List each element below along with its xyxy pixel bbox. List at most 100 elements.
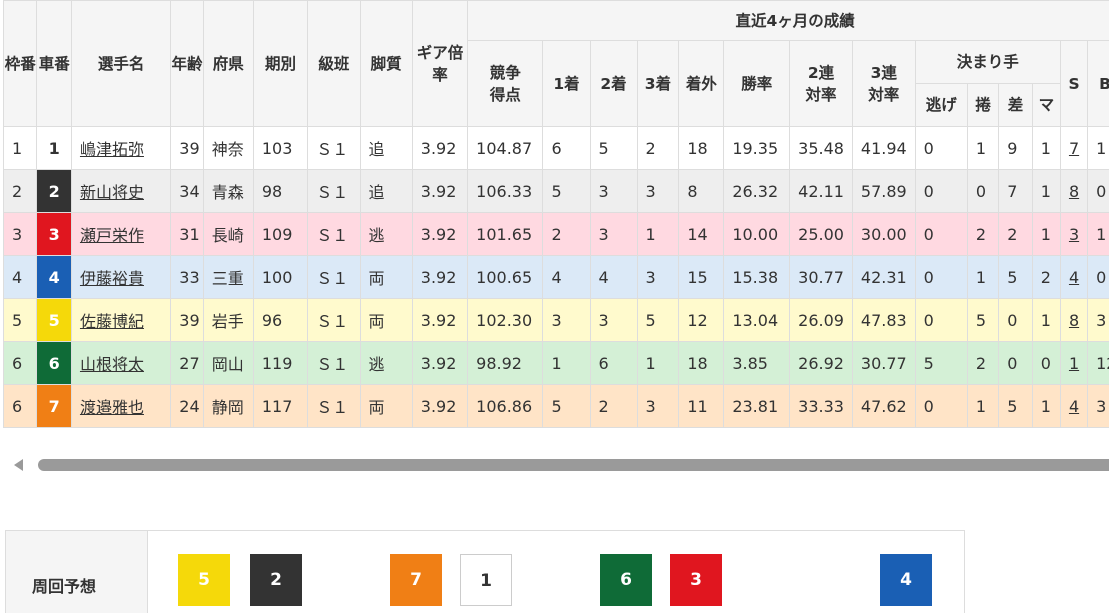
- header-out: 着外: [678, 40, 725, 127]
- cell-b: 0: [1087, 169, 1109, 213]
- cell-makuri: 2: [966, 212, 1000, 256]
- header-gear: ギア倍率: [411, 0, 469, 127]
- table-row: 3 3 瀬戸栄作 31 長崎 109 Ｓ１ 逃 3.92 101.65 2 3 1 14 10.00 25.0…: [2, 212, 1109, 256]
- car-number-badge: 3: [48, 224, 60, 244]
- cell-term: 117: [252, 384, 309, 428]
- header-recent: 直近4ヶ月の成績: [467, 0, 1109, 41]
- cell-car: 5: [36, 298, 72, 342]
- cell-score: 98.92: [467, 341, 544, 385]
- car-number-badge: 4: [48, 267, 60, 287]
- scroll-thumb[interactable]: [38, 459, 1109, 471]
- cell-trio: 42.31: [851, 255, 916, 299]
- cell-s[interactable]: 7: [1059, 126, 1089, 170]
- cell-age: 33: [170, 255, 204, 299]
- cell-nige: 0: [914, 384, 968, 428]
- cell-first: 2: [542, 212, 591, 256]
- cell-s[interactable]: 4: [1059, 384, 1089, 428]
- cell-mark: 1: [1031, 384, 1061, 428]
- cell-third: 2: [636, 126, 680, 170]
- cell-pref: 神奈: [202, 126, 254, 170]
- cell-out: 14: [678, 212, 725, 256]
- cell-name[interactable]: 嶋津拓弥: [70, 126, 172, 170]
- cell-s[interactable]: 8: [1059, 169, 1089, 213]
- entry-table: 枠番 車番 選手名 年齢 府県 期別 級班 脚質 ギア倍率 直近4ヶ月の成績 競…: [2, 0, 1109, 428]
- header-name: 選手名: [70, 0, 172, 127]
- cell-gear: 3.92: [411, 384, 469, 428]
- cell-car: 2: [36, 169, 72, 213]
- cell-mark: 1: [1031, 298, 1061, 342]
- racer-name-link[interactable]: 新山将史: [80, 183, 144, 202]
- racer-name-link[interactable]: 山根将太: [80, 355, 144, 374]
- cell-makuri: 0: [966, 169, 1000, 213]
- s-count-link[interactable]: 4: [1069, 268, 1079, 287]
- cell-first: 5: [542, 169, 591, 213]
- cell-name[interactable]: 瀬戸栄作: [70, 212, 172, 256]
- s-count-link[interactable]: 3: [1069, 225, 1079, 244]
- cell-gear: 3.92: [411, 255, 469, 299]
- forecast-car-7: 7: [390, 554, 442, 606]
- forecast-label: 周回予想: [32, 577, 97, 596]
- cell-pref: 青森: [202, 169, 254, 213]
- cell-name[interactable]: 佐藤博紀: [70, 298, 172, 342]
- racer-name-link[interactable]: 渡邉雅也: [80, 398, 144, 417]
- cell-term: 119: [252, 341, 309, 385]
- cell-waku: 6: [2, 384, 38, 428]
- cell-score: 102.30: [467, 298, 544, 342]
- s-count-link[interactable]: 4: [1069, 397, 1079, 416]
- cell-mark: 0: [1031, 341, 1061, 385]
- s-count-link[interactable]: 8: [1069, 182, 1079, 201]
- cell-style: 両: [359, 298, 413, 342]
- header-first: 1着: [542, 40, 591, 127]
- cell-win-rate: 26.32: [723, 169, 791, 213]
- cell-class: Ｓ１: [307, 384, 361, 428]
- cell-second: 5: [589, 126, 638, 170]
- cell-quinella: 42.11: [789, 169, 853, 213]
- cell-out: 15: [678, 255, 725, 299]
- cell-b: 3: [1087, 298, 1109, 342]
- cell-name[interactable]: 渡邉雅也: [70, 384, 172, 428]
- cell-style: 逃: [359, 212, 413, 256]
- table-row: 5 5 佐藤博紀 39 岩手 96 Ｓ１ 両 3.92 102.30 3 3 5 12 13.04 26.09…: [2, 298, 1109, 342]
- s-count-link[interactable]: 7: [1069, 139, 1079, 158]
- header-kimarite: 決まり手: [914, 40, 1061, 84]
- cell-s[interactable]: 8: [1059, 298, 1089, 342]
- cell-name[interactable]: 山根将太: [70, 341, 172, 385]
- s-count-link[interactable]: 8: [1069, 311, 1079, 330]
- cell-s[interactable]: 3: [1059, 212, 1089, 256]
- header-second: 2着: [589, 40, 638, 127]
- racer-name-link[interactable]: 伊藤裕貴: [80, 269, 144, 288]
- cell-trio: 30.77: [851, 341, 916, 385]
- cell-nige: 0: [914, 126, 968, 170]
- cell-b: 3: [1087, 384, 1109, 428]
- cell-name[interactable]: 伊藤裕貴: [70, 255, 172, 299]
- horizontal-scrollbar[interactable]: [0, 456, 1109, 476]
- cell-name[interactable]: 新山将史: [70, 169, 172, 213]
- cell-second: 4: [589, 255, 638, 299]
- cell-term: 96: [252, 298, 309, 342]
- header-score: 競争得点: [467, 40, 544, 127]
- cell-pref: 岩手: [202, 298, 254, 342]
- cell-third: 3: [636, 255, 680, 299]
- cell-out: 12: [678, 298, 725, 342]
- cell-third: 5: [636, 298, 680, 342]
- racer-name-link[interactable]: 佐藤博紀: [80, 312, 144, 331]
- cell-third: 3: [636, 384, 680, 428]
- cell-first: 3: [542, 298, 591, 342]
- cell-score: 106.33: [467, 169, 544, 213]
- forecast-car-2: 2: [250, 554, 302, 606]
- cell-third: 3: [636, 169, 680, 213]
- scroll-left-arrow-icon[interactable]: [14, 459, 23, 471]
- cell-s[interactable]: 4: [1059, 255, 1089, 299]
- cell-s[interactable]: 1: [1059, 341, 1089, 385]
- cell-term: 103: [252, 126, 309, 170]
- cell-trio: 57.89: [851, 169, 916, 213]
- cell-makuri: 5: [966, 298, 1000, 342]
- s-count-link[interactable]: 1: [1069, 354, 1079, 373]
- header-b: B: [1087, 40, 1109, 127]
- cell-class: Ｓ１: [307, 169, 361, 213]
- cell-style: 追: [359, 169, 413, 213]
- racer-name-link[interactable]: 嶋津拓弥: [80, 140, 144, 159]
- header-makuri: 捲: [966, 83, 1000, 127]
- cell-b: 1: [1087, 126, 1109, 170]
- racer-name-link[interactable]: 瀬戸栄作: [80, 226, 144, 245]
